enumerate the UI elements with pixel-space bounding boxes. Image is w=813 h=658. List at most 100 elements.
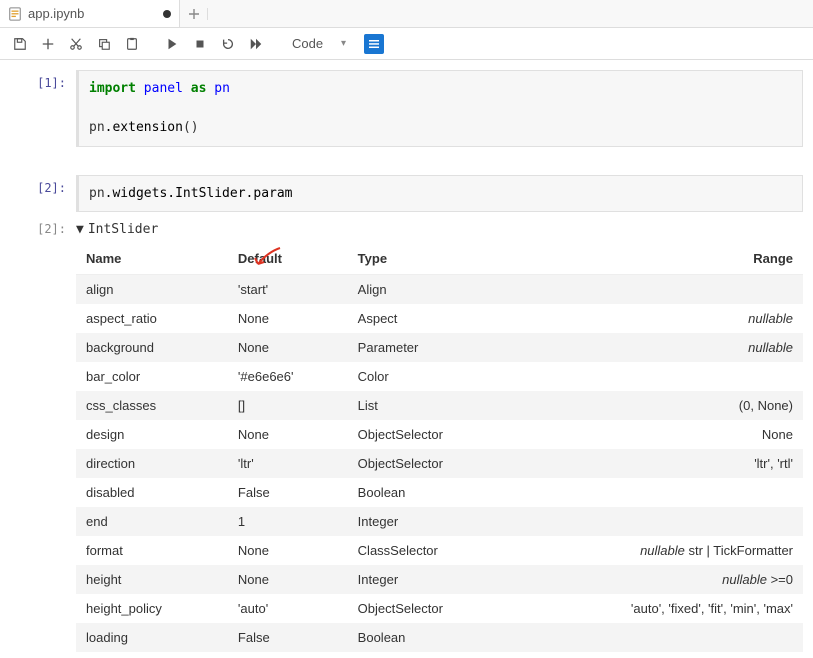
cell-1[interactable]: [1]: import panel as pn pn.extension() xyxy=(6,70,803,147)
prompt-out: [2]: xyxy=(6,216,76,652)
cell-name: loading xyxy=(76,623,228,652)
cell-name: align xyxy=(76,275,228,305)
cell-range: 'auto', 'fixed', 'fit', 'min', 'max' xyxy=(514,594,803,623)
cell-type: Align xyxy=(348,275,515,305)
table-row[interactable]: aspect_ratioNoneAspectnullable xyxy=(76,304,803,333)
cell-name: height_policy xyxy=(76,594,228,623)
param-table-body: align'start'Alignaspect_ratioNoneAspectn… xyxy=(76,275,803,653)
code-input[interactable]: pn.widgets.IntSlider.param xyxy=(76,175,803,213)
cell-range: nullable str | TickFormatter xyxy=(514,536,803,565)
cell-default: 1 xyxy=(228,507,348,536)
cell-name: background xyxy=(76,333,228,362)
cell-name: end xyxy=(76,507,228,536)
cell-type: Parameter xyxy=(348,333,515,362)
cell-type: ObjectSelector xyxy=(348,594,515,623)
notebook-area: [1]: import panel as pn pn.extension() [… xyxy=(0,60,813,658)
cell-default: None xyxy=(228,304,348,333)
cell-default: None xyxy=(228,565,348,594)
cell-default: '#e6e6e6' xyxy=(228,362,348,391)
cell-range: nullable >=0 xyxy=(514,565,803,594)
cell-default: None xyxy=(228,536,348,565)
cell-type: Integer xyxy=(348,565,515,594)
table-row[interactable]: height_policy'auto'ObjectSelector'auto',… xyxy=(76,594,803,623)
cell-default: 'auto' xyxy=(228,594,348,623)
cell-name: css_classes xyxy=(76,391,228,420)
tab-app-ipynb[interactable]: app.ipynb xyxy=(0,0,180,27)
table-row[interactable]: backgroundNoneParameternullable xyxy=(76,333,803,362)
cell-default: 'start' xyxy=(228,275,348,305)
table-row[interactable]: designNoneObjectSelectorNone xyxy=(76,420,803,449)
cell-default: None xyxy=(228,420,348,449)
output-class-name: IntSlider xyxy=(88,222,158,237)
cell-2[interactable]: [2]: pn.widgets.IntSlider.param xyxy=(6,175,803,213)
interrupt-button[interactable] xyxy=(188,32,212,56)
table-row[interactable]: direction'ltr'ObjectSelector'ltr', 'rtl' xyxy=(76,449,803,478)
cell-name: bar_color xyxy=(76,362,228,391)
cell-range: 'ltr', 'rtl' xyxy=(514,449,803,478)
dirty-indicator-icon xyxy=(163,10,171,18)
insert-cell-button[interactable] xyxy=(36,32,60,56)
col-name: Name xyxy=(76,243,228,275)
cell-type: Boolean xyxy=(348,478,515,507)
new-tab-button[interactable] xyxy=(180,8,208,20)
cell-type: Boolean xyxy=(348,623,515,652)
table-row[interactable]: end1Integer xyxy=(76,507,803,536)
output-collapse-header[interactable]: ▼ IntSlider xyxy=(76,220,803,239)
prompt-in: [1]: xyxy=(6,70,76,147)
cell-type: ObjectSelector xyxy=(348,420,515,449)
table-row[interactable]: disabledFalseBoolean xyxy=(76,478,803,507)
caret-down-icon: ▼ xyxy=(76,222,84,237)
cell-type: Color xyxy=(348,362,515,391)
cell-default: 'ltr' xyxy=(228,449,348,478)
cell-name: disabled xyxy=(76,478,228,507)
param-table-header: NameDefaultTypeRange xyxy=(76,243,803,275)
run-all-button[interactable] xyxy=(244,32,268,56)
col-default: Default xyxy=(228,243,348,275)
col-type: Type xyxy=(348,243,515,275)
table-row[interactable]: bar_color'#e6e6e6'Color xyxy=(76,362,803,391)
cell-range xyxy=(514,275,803,305)
code-input[interactable]: import panel as pn pn.extension() xyxy=(76,70,803,147)
cell-default: False xyxy=(228,478,348,507)
cell-type: List xyxy=(348,391,515,420)
table-row[interactable]: heightNoneIntegernullable >=0 xyxy=(76,565,803,594)
cell-range: (0, None) xyxy=(514,391,803,420)
cell-type: ClassSelector xyxy=(348,536,515,565)
cell-name: design xyxy=(76,420,228,449)
table-row[interactable]: formatNoneClassSelectornullable str | Ti… xyxy=(76,536,803,565)
cell-name: direction xyxy=(76,449,228,478)
tab-title: app.ipynb xyxy=(28,6,157,21)
cell-name: height xyxy=(76,565,228,594)
cell-type: Aspect xyxy=(348,304,515,333)
prompt-in: [2]: xyxy=(6,175,76,213)
toolbar: Code ▾ xyxy=(0,28,813,60)
cell-type: Integer xyxy=(348,507,515,536)
paste-button[interactable] xyxy=(120,32,144,56)
table-row[interactable]: loadingFalseBoolean xyxy=(76,623,803,652)
cell-type-select[interactable]: Code ▾ xyxy=(284,34,354,53)
table-row[interactable]: align'start'Align xyxy=(76,275,803,305)
save-button[interactable] xyxy=(8,32,32,56)
cell-type-label: Code xyxy=(292,36,323,51)
notebook-icon xyxy=(8,7,22,21)
restart-button[interactable] xyxy=(216,32,240,56)
cell-range xyxy=(514,362,803,391)
copy-button[interactable] xyxy=(92,32,116,56)
cell-2-output: [2]: ▼ IntSlider NameDefaultTypeRange al… xyxy=(6,216,803,652)
cell-default: [] xyxy=(228,391,348,420)
chevron-down-icon: ▾ xyxy=(341,38,346,49)
cut-button[interactable] xyxy=(64,32,88,56)
cell-range xyxy=(514,623,803,652)
cell-name: format xyxy=(76,536,228,565)
cell-default: None xyxy=(228,333,348,362)
cell-type: ObjectSelector xyxy=(348,449,515,478)
cell-range xyxy=(514,478,803,507)
tab-bar: app.ipynb xyxy=(0,0,813,28)
col-range: Range xyxy=(514,243,803,275)
run-button[interactable] xyxy=(160,32,184,56)
cell-default: False xyxy=(228,623,348,652)
cell-name: aspect_ratio xyxy=(76,304,228,333)
cell-range: nullable xyxy=(514,304,803,333)
render-button[interactable] xyxy=(364,34,384,54)
table-row[interactable]: css_classes[]List(0, None) xyxy=(76,391,803,420)
